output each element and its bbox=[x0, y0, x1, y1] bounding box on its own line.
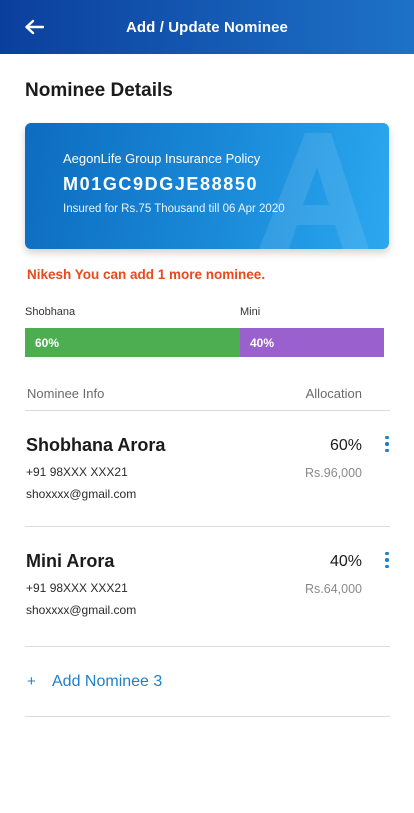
back-arrow-icon[interactable] bbox=[20, 13, 48, 41]
allocation-label-mini: Mini bbox=[240, 306, 261, 318]
more-vertical-icon[interactable] bbox=[380, 433, 394, 455]
nominee-row: Mini Arora +91 98XXX XXX21 shoxxxx@gmail… bbox=[25, 527, 390, 647]
nominee-percent: 40% bbox=[329, 553, 362, 570]
aegon-a-watermark bbox=[259, 133, 369, 249]
section-title: Nominee Details bbox=[25, 80, 173, 101]
app-bar: Add / Update Nominee bbox=[0, 0, 414, 54]
policy-card: AegonLife Group Insurance Policy M01GC9D… bbox=[25, 123, 389, 249]
policy-number: M01GC9DGJE88850 bbox=[63, 174, 259, 194]
nominee-phone: +91 98XXX XXX21 bbox=[26, 465, 128, 479]
allocation-label-shobhana: Shobhana bbox=[25, 306, 76, 318]
nominee-limit-notice: Nikesh You can add 1 more nominee. bbox=[27, 267, 266, 282]
allocation-bar: 60% 40% bbox=[25, 328, 384, 357]
nominee-phone: +91 98XXX XXX21 bbox=[26, 581, 128, 595]
nominee-amount: Rs.96,000 bbox=[305, 466, 362, 480]
add-nominee-label: Add Nominee 3 bbox=[52, 672, 163, 690]
nominee-email: shoxxxx@gmail.com bbox=[26, 603, 137, 617]
nominee-name: Mini Arora bbox=[26, 551, 115, 571]
allocation-bar-labels: Shobhana Mini bbox=[25, 306, 385, 320]
plus-icon: + bbox=[27, 673, 36, 690]
page-title: Add / Update Nominee bbox=[125, 18, 288, 36]
policy-coverage: Insured for Rs.75 Thousand till 06 Apr 2… bbox=[63, 203, 285, 215]
nominee-amount: Rs.64,000 bbox=[305, 582, 362, 596]
allocation-segment-shobhana: 60% bbox=[25, 328, 240, 357]
nominee-table-header: Nominee Info Allocation bbox=[25, 386, 390, 411]
nominee-row: Shobhana Arora +91 98XXX XXX21 shoxxxx@g… bbox=[25, 411, 390, 527]
column-nominee-info: Nominee Info bbox=[27, 386, 105, 401]
nominee-email: shoxxxx@gmail.com bbox=[26, 487, 137, 501]
nominee-name: Shobhana Arora bbox=[26, 435, 166, 455]
policy-name: AegonLife Group Insurance Policy bbox=[63, 151, 261, 166]
nominee-percent: 60% bbox=[329, 437, 362, 454]
column-allocation: Allocation bbox=[305, 386, 362, 401]
more-vertical-icon[interactable] bbox=[380, 549, 394, 571]
add-nominee-button[interactable]: + Add Nominee 3 bbox=[25, 647, 390, 717]
allocation-segment-mini: 40% bbox=[240, 328, 384, 357]
